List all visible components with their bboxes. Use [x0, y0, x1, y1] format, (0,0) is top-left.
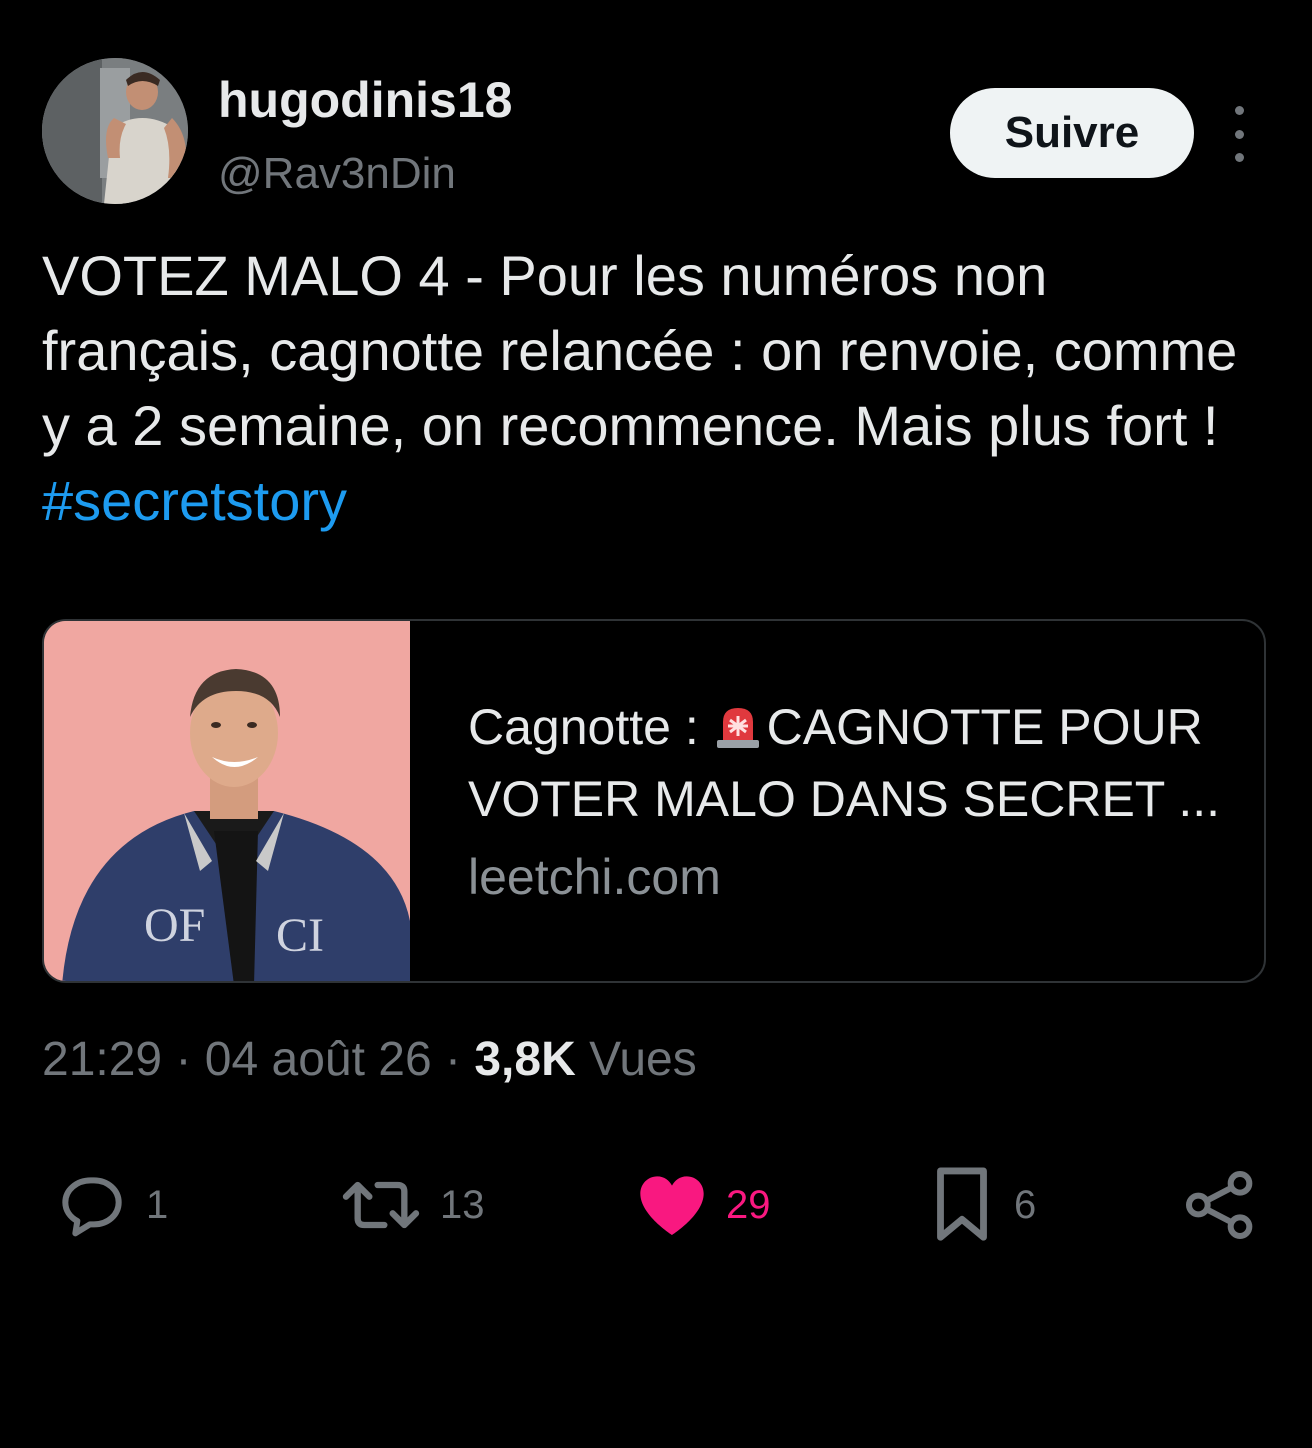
share-button[interactable]: [1180, 1160, 1260, 1250]
reply-button[interactable]: 1: [52, 1160, 168, 1250]
more-options-icon[interactable]: [1222, 106, 1256, 162]
retweet-count: 13: [440, 1182, 485, 1227]
like-count: 29: [726, 1182, 771, 1227]
tweet-body: VOTEZ MALO 4 - Pour les numéros non fran…: [42, 244, 1238, 457]
bookmark-count: 6: [1014, 1182, 1037, 1227]
retweet-button[interactable]: 13: [336, 1160, 485, 1250]
display-name[interactable]: hugodinis18: [218, 70, 512, 130]
siren-icon: [716, 708, 759, 748]
bookmark-icon: [937, 1167, 987, 1241]
user-handle[interactable]: @Rav3nDin: [218, 146, 456, 202]
views-label: Vues: [589, 1033, 697, 1086]
avatar-photo: [42, 58, 188, 204]
tweet-time[interactable]: 21:29: [42, 1033, 162, 1086]
like-button[interactable]: 29: [632, 1160, 771, 1250]
retweet-icon: [342, 1181, 420, 1229]
tweet-text: VOTEZ MALO 4 - Pour les numéros non fran…: [42, 238, 1242, 538]
reply-count: 1: [146, 1182, 169, 1227]
svg-text:CI: CI: [276, 909, 324, 962]
share-icon: [1186, 1171, 1253, 1239]
reply-icon: [62, 1177, 122, 1237]
card-title: Cagnotte : CAGNOTTE POUR VOTER MALO DANS…: [468, 699, 1221, 827]
tweet-date[interactable]: 04 août 26: [205, 1033, 432, 1086]
jacket-lettering: OF: [144, 899, 205, 952]
tweet-meta: 21:29 · 04 août 26 · 3,8K Vues: [42, 1033, 697, 1086]
heart-icon: [640, 1176, 704, 1235]
bookmark-button[interactable]: 6: [924, 1160, 1036, 1250]
views-count: 3,8K: [474, 1033, 576, 1086]
link-preview-card[interactable]: OF CI Cagnotte : CAGNOTTE POUR VOTER MAL…: [42, 619, 1266, 983]
avatar[interactable]: [42, 58, 188, 204]
follow-button[interactable]: Suivre: [950, 88, 1194, 178]
card-domain: leetchi.com: [468, 849, 721, 905]
card-photo: OF CI: [44, 621, 410, 981]
hashtag-link[interactable]: #secretstory: [42, 469, 347, 532]
action-bar: 1 13 29 6: [0, 1160, 1312, 1250]
card-thumbnail: OF CI: [44, 621, 410, 981]
